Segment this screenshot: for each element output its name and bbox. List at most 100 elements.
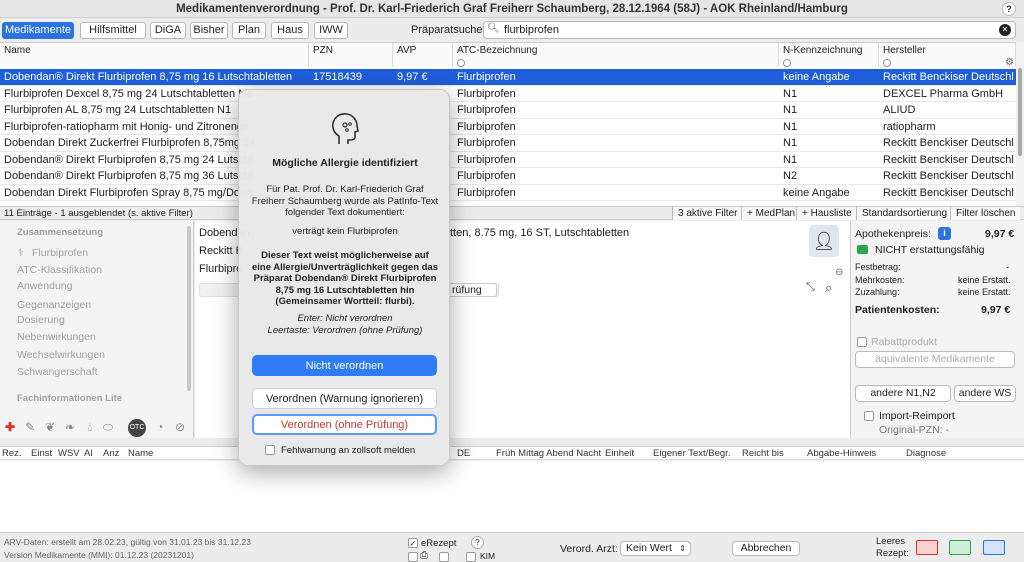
sidebar-item-anwendung[interactable]: Anwendung	[17, 280, 72, 292]
red-prescription-icon[interactable]	[916, 540, 938, 555]
cell-name: Dobendan® Direkt Flurbiprofen 8,75 mg 16…	[4, 71, 293, 83]
other-n1n2-button[interactable]: andere N1,N2	[855, 385, 951, 402]
cancel-button[interactable]: Abbrechen	[732, 541, 800, 556]
tab-medikamente[interactable]: Medikamente	[2, 22, 74, 39]
other-ws-button[interactable]: andere WS	[954, 385, 1016, 402]
col-avp-header[interactable]: AVP	[393, 43, 453, 67]
kim-checkbox[interactable]	[466, 552, 476, 562]
cell-atc: Flurbiprofen	[457, 137, 516, 149]
col-wsv: WSV	[58, 448, 80, 459]
green-prescription-icon[interactable]	[949, 540, 971, 555]
col-anz: Anz	[103, 448, 120, 459]
dialog-intro: Für Pat. Prof. Dr. Karl-Friederich Graf …	[251, 184, 439, 218]
collapse-icon[interactable]: ⊖	[835, 267, 843, 278]
col-pzn-header[interactable]: PZN	[309, 43, 393, 67]
leaf-icon[interactable]: ❦	[42, 420, 58, 436]
clear-filter-button[interactable]: Filter löschen	[950, 207, 1021, 220]
report-false-warning-checkbox[interactable]	[265, 445, 275, 455]
table-scrollbar-thumb[interactable]	[1018, 68, 1022, 156]
do-not-prescribe-button[interactable]: Nicht verordnen	[252, 355, 437, 376]
help-button[interactable]: ?	[1002, 2, 1016, 16]
sidebar-item-atc[interactable]: ATC-Klassifikation	[17, 264, 102, 276]
allergy-warning-dialog: Mögliche Allergie identifiziert Für Pat.…	[238, 89, 450, 466]
sidebar-item-flurbiprofen[interactable]: Flurbiprofen	[32, 247, 88, 259]
zoom-icon[interactable]: ⌕	[825, 280, 832, 296]
tab-diga[interactable]: DiGA	[150, 22, 186, 39]
status-indicator-icon	[857, 245, 868, 254]
erezept-checkbox[interactable]: ✓	[408, 538, 418, 548]
cell-n: N1	[783, 104, 798, 116]
gear-icon[interactable]: ⚙	[1005, 57, 1014, 68]
table-row[interactable]: Flurbiprofen-ratiopharm mit Honig- und Z…	[0, 119, 1016, 135]
capsule-icon[interactable]: ⬭	[100, 420, 116, 436]
sidebar-item-wechselwirkungen[interactable]: Wechselwirkungen	[17, 349, 105, 361]
rabatt-checkbox[interactable]	[857, 337, 867, 347]
herb-icon[interactable]: ❧	[62, 420, 78, 436]
sort-button[interactable]: Standardsortierung	[856, 207, 953, 220]
warning-icon[interactable]: ⊘	[172, 420, 188, 436]
info-icon[interactable]: i	[938, 227, 951, 240]
table-row[interactable]: Dobendan® Direkt Flurbiprofen 8,75 mg 24…	[0, 152, 1016, 168]
medplan-button[interactable]: + MedPlan	[741, 207, 801, 220]
table-row[interactable]: Dobendan Direkt Zuckerfrei Flurbiprofen …	[0, 135, 1016, 152]
pregnancy-icon[interactable]: ◔	[152, 420, 168, 436]
toolbar: Medikamente Hilfsmittel DiGA Bisher Plan…	[0, 18, 1024, 42]
sidebar-item-schwangerschaft[interactable]: Schwangerschaft	[17, 366, 98, 378]
mehrkosten-label: Mehrkosten:	[855, 275, 905, 285]
tab-iww[interactable]: IWW	[314, 22, 348, 39]
tab-bisher[interactable]: Bisher	[190, 22, 228, 39]
badge-checkbox[interactable]	[439, 552, 449, 562]
sidebar-item-gegenanzeigen[interactable]: Gegenanzeigen	[17, 299, 91, 311]
tab-haus[interactable]: Haus	[271, 22, 309, 39]
festbetrag-value: -	[1006, 262, 1009, 272]
drop-icon[interactable]: 💧︎	[82, 420, 98, 436]
arzt-select[interactable]: Kein Wert ⇕	[620, 541, 691, 556]
blue-prescription-icon[interactable]	[983, 540, 1005, 555]
table-row[interactable]: Dobendan Direkt Flurbiprofen Spray 8,75 …	[0, 185, 1016, 201]
sidebar-item-dosierung[interactable]: Dosierung	[17, 314, 65, 326]
col-hersteller-header[interactable]: Hersteller	[879, 43, 1016, 67]
table-row[interactable]: Flurbiprofen Dexcel 8,75 mg 24 Lutschtab…	[0, 86, 1016, 102]
clear-search-icon[interactable]: ✕	[999, 24, 1011, 36]
medication-table: Name PZN AVP ATC-Bezeichnung N-Kennzeich…	[0, 42, 1016, 206]
col-n-header[interactable]: N-Kennzeichnung	[779, 43, 879, 67]
prescribe-ignore-warning-button[interactable]: Verordnen (Warnung ignorieren)	[252, 388, 437, 409]
table-row[interactable]: Dobendan® Direkt Flurbiprofen 8,75 mg 36…	[0, 168, 1016, 185]
dialog-warning: Dieser Text weist möglicherweise auf ein…	[251, 250, 438, 307]
expand-icon[interactable]: ⤡	[806, 281, 815, 294]
filter-toggle-icon[interactable]	[783, 59, 791, 67]
otc-icon[interactable]: OTC	[128, 419, 146, 437]
hausliste-button[interactable]: + Hausliste	[796, 207, 857, 220]
equivalent-button[interactable]: äquivalente Medikamente	[855, 351, 1015, 368]
tab-hilfsmittel[interactable]: Hilfsmittel	[80, 22, 146, 39]
col-rez: Rez.	[2, 448, 22, 459]
sidebar-item-nebenwirkungen[interactable]: Nebenwirkungen	[17, 331, 96, 343]
cell-atc: Flurbiprofen	[457, 153, 516, 166]
cell-hersteller: Reckitt Benckiser Deutschl	[883, 186, 1014, 199]
pharmacy-icon[interactable]: ✚	[2, 420, 18, 436]
help-icon[interactable]: ?	[471, 536, 484, 549]
prescribe-without-check-button[interactable]: Verordnen (ohne Prüfung)	[252, 414, 437, 435]
table-row[interactable]: Dobendan® Direkt Flurbiprofen 8,75 mg 16…	[0, 69, 1016, 86]
festbetrag-label: Festbetrag:	[855, 262, 901, 272]
detail-manufacturer: Reckitt B	[199, 245, 244, 257]
table-row[interactable]: Flurbiprofen AL 8,75 mg 24 Lutschtablett…	[0, 102, 1016, 119]
filter-toggle-icon[interactable]	[883, 59, 891, 67]
cell-atc: Flurbiprofen	[457, 87, 516, 100]
prescription-list[interactable]	[0, 461, 1024, 532]
dialog-patinfo-text: verträgt kein Flurbiprofen	[292, 226, 398, 237]
patient-cost-label: Patientenkosten:	[855, 304, 940, 316]
print-checkbox[interactable]	[408, 552, 418, 562]
import-checkbox[interactable]	[864, 411, 874, 421]
prescription-icon[interactable]: ✎	[22, 420, 38, 436]
leeres-label: Leeres	[876, 536, 906, 547]
col-name-header[interactable]: Name	[0, 43, 309, 67]
search-box[interactable]: 🔍︎ flurbiprofen ✕	[483, 21, 1016, 39]
head-profile-icon	[331, 113, 359, 144]
search-input[interactable]: flurbiprofen	[504, 24, 559, 36]
filter-toggle-icon[interactable]	[457, 59, 465, 67]
sidebar-scrollbar[interactable]	[187, 226, 191, 391]
col-atc-header[interactable]: ATC-Bezeichnung	[453, 43, 779, 67]
active-filters-button[interactable]: 3 aktive Filter	[672, 207, 743, 220]
tab-plan[interactable]: Plan	[232, 22, 266, 39]
